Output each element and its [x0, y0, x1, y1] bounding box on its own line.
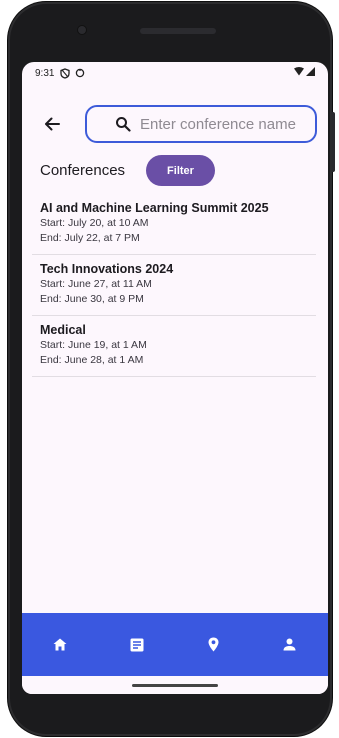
- nav-articles[interactable]: [117, 625, 157, 665]
- sync-icon: [75, 68, 85, 78]
- conference-end: End: July 22, at 7 PM: [40, 232, 140, 244]
- bottom-navigation: [22, 613, 328, 676]
- list-item[interactable]: AI and Machine Learning Summit 2025 Star…: [32, 194, 316, 255]
- home-icon: [53, 638, 67, 651]
- search-field[interactable]: [85, 105, 317, 143]
- search-toolbar: [22, 104, 328, 144]
- conference-start: Start: July 20, at 10 AM: [40, 217, 149, 229]
- list-item[interactable]: Medical Start: June 19, at 1 AM End: Jun…: [32, 316, 316, 377]
- status-time: 9:31: [35, 67, 55, 79]
- earpiece-speaker: [140, 28, 216, 34]
- conference-name: AI and Machine Learning Summit 2025: [40, 201, 269, 215]
- app-screen: 9:31 Conferences Filter AI an: [22, 62, 328, 694]
- nav-location[interactable]: [193, 625, 233, 665]
- conference-list: AI and Machine Learning Summit 2025 Star…: [32, 194, 316, 377]
- filter-button[interactable]: Filter: [146, 155, 215, 186]
- nav-home[interactable]: [40, 625, 80, 665]
- home-indicator[interactable]: [132, 684, 218, 687]
- back-button[interactable]: [40, 112, 64, 136]
- status-bar: 9:31: [22, 62, 328, 84]
- page-title: Conferences: [40, 162, 126, 179]
- search-input[interactable]: [140, 115, 310, 133]
- location-pin-icon: [208, 637, 219, 652]
- arrow-back-icon: [45, 117, 60, 131]
- gesture-bar: [22, 676, 328, 694]
- search-icon: [116, 117, 131, 132]
- list-header: Conferences Filter: [22, 155, 328, 187]
- conference-name: Medical: [40, 323, 86, 337]
- shield-icon: [60, 67, 71, 79]
- conference-name: Tech Innovations 2024: [40, 262, 174, 276]
- nav-profile[interactable]: [270, 625, 310, 665]
- front-camera: [78, 26, 86, 34]
- person-icon: [283, 638, 296, 651]
- conference-end: End: June 30, at 9 PM: [40, 293, 144, 305]
- list-item[interactable]: Tech Innovations 2024 Start: June 27, at…: [32, 255, 316, 316]
- wifi-icon: [294, 67, 304, 79]
- conference-start: Start: June 19, at 1 AM: [40, 339, 147, 351]
- side-button[interactable]: [332, 112, 335, 172]
- conference-end: End: June 28, at 1 AM: [40, 354, 144, 366]
- conference-start: Start: June 27, at 11 AM: [40, 278, 152, 290]
- signal-icon: [306, 67, 315, 79]
- article-icon: [130, 638, 144, 651]
